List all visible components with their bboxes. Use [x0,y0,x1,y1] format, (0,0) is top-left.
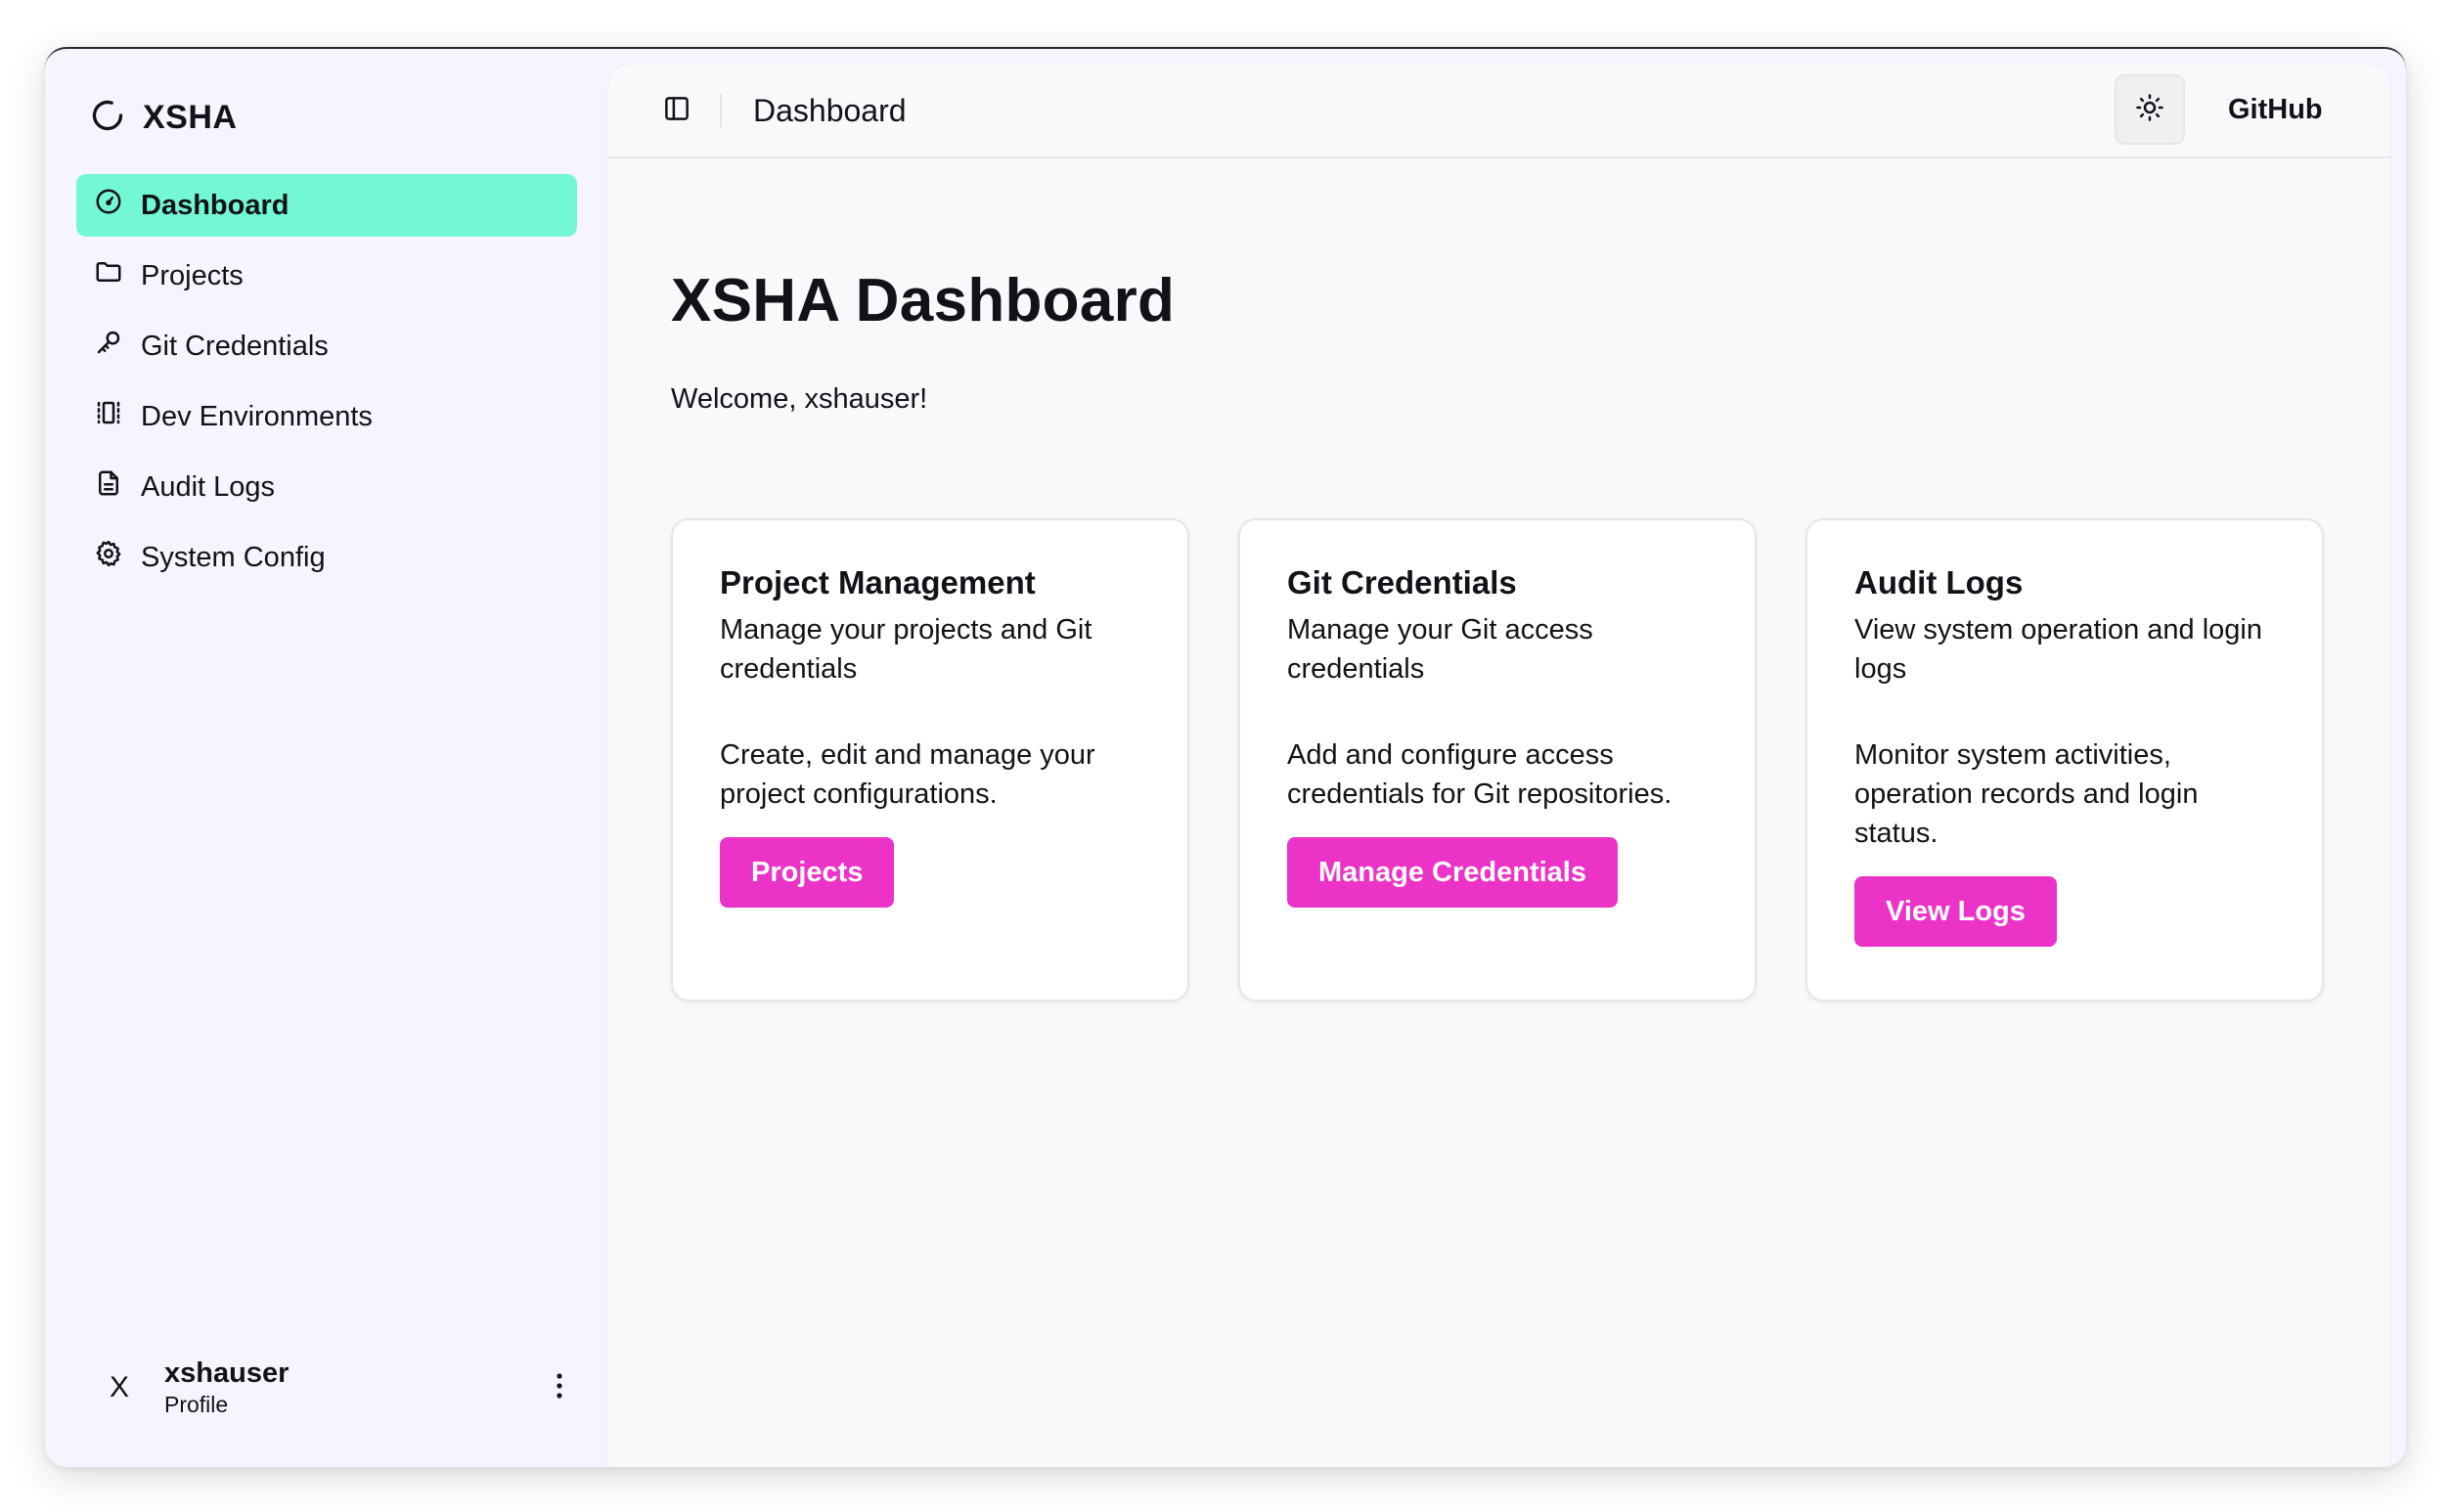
card-description: Manage your Git access credentials [1287,614,1593,685]
sidebar-item-label: Dashboard [141,189,290,221]
more-vertical-icon [555,1371,564,1405]
sidebar-item-projects[interactable]: Projects [76,245,577,307]
page-breadcrumb: Dashboard [753,92,907,128]
topbar: Dashboard GitHub [608,65,2390,158]
card-body: Monitor system activities, operation rec… [1854,739,2199,849]
main-content: Dashboard GitHub XSHA Dashboard Welcome,… [608,65,2390,1467]
sidebar-item-label: Audit Logs [141,470,276,503]
manage-credentials-button[interactable]: Manage Credentials [1287,837,1618,908]
theme-toggle-button[interactable] [2115,74,2185,145]
sidebar-item-label: Git Credentials [141,330,329,362]
card-title: Audit Logs [1854,564,2024,600]
sidebar-item-audit-logs[interactable]: Audit Logs [76,456,577,518]
more-options-button[interactable] [540,1368,579,1407]
user-profile-label: Profile [164,1392,229,1417]
card-title: Git Credentials [1287,564,1517,600]
brand[interactable]: XSHA [90,94,237,141]
dashboard-cards: Project Management Manage your projects … [671,518,2328,1001]
avatar: X [109,1371,129,1403]
sidebar-item-dev-environments[interactable]: Dev Environments [76,385,577,448]
github-link[interactable]: GitHub [2228,88,2323,131]
sidebar-item-git-credentials[interactable]: Git Credentials [76,315,577,378]
gauge-icon [94,187,123,224]
welcome-text: Welcome, xshauser! [671,383,928,415]
card-description: View system operation and login logs [1854,614,2262,685]
view-logs-button[interactable]: View Logs [1854,876,2057,947]
card-body: Create, edit and manage your project con… [720,739,1095,810]
sun-icon [2135,93,2164,127]
sidebar-item-dashboard[interactable]: Dashboard [76,174,577,237]
topbar-divider [720,94,722,127]
user-info: xshauser Profile [164,1356,540,1419]
sidebar-item-label: Dev Environments [141,400,373,432]
gear-icon [94,539,123,576]
app-window: XSHA Dashboard Projects Git Credentials … [45,47,2406,1467]
card-title: Project Management [720,564,1036,600]
sidebar-item-system-config[interactable]: System Config [76,526,577,589]
panel-left-icon [662,94,691,128]
card-git-credentials: Git Credentials Manage your Git access c… [1238,518,1757,1001]
container-icon [94,398,123,435]
key-icon [94,328,123,365]
sidebar: XSHA Dashboard Projects Git Credentials … [45,49,608,1467]
card-audit-logs: Audit Logs View system operation and log… [1805,518,2324,1001]
sidebar-nav: Dashboard Projects Git Credentials Dev E… [76,174,577,597]
user-name: xshauser [164,1357,290,1389]
sidebar-toggle-button[interactable] [657,91,696,130]
page-title: XSHA Dashboard [671,267,1176,334]
projects-button[interactable]: Projects [720,837,895,908]
sidebar-item-label: Projects [141,259,244,291]
brand-name: XSHA [143,98,238,136]
card-project-management: Project Management Manage your projects … [671,518,1189,1001]
file-text-icon [94,468,123,506]
card-description: Manage your projects and Git credentials [720,614,1092,685]
sidebar-item-label: System Config [141,541,326,573]
folder-icon [94,257,123,294]
card-body: Add and configure access credentials for… [1287,739,1672,810]
user-menu[interactable]: X xshauser Profile [90,1354,579,1422]
logo-icon [90,98,125,138]
